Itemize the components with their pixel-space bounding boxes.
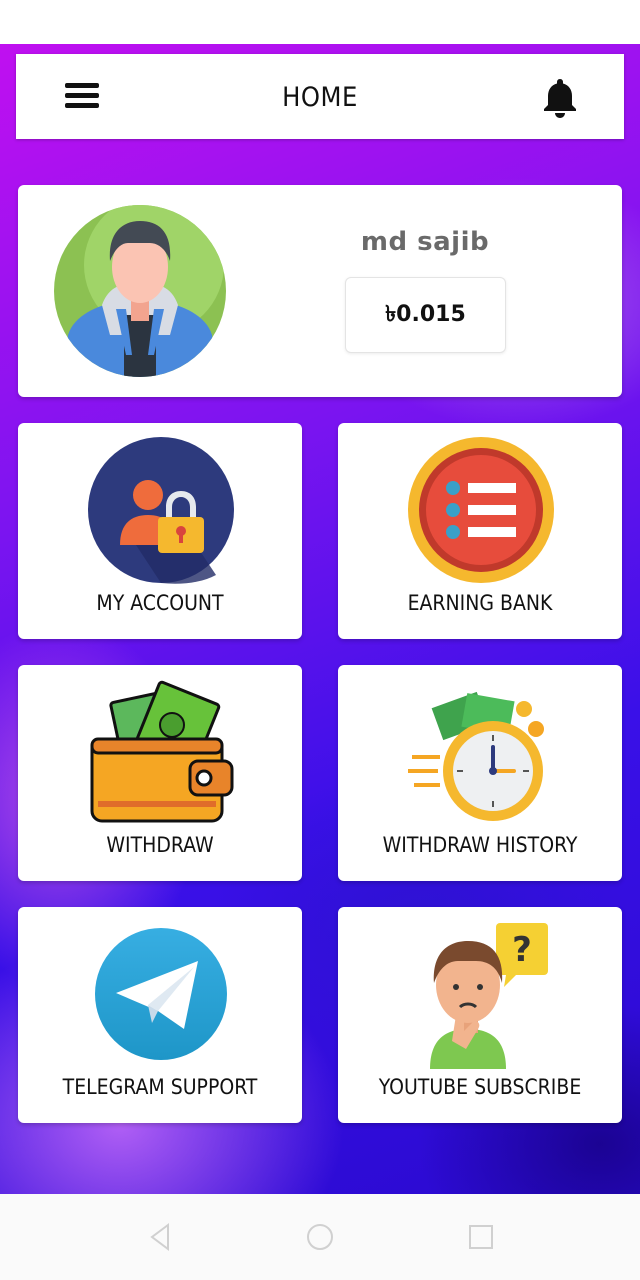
- status-bar: [0, 0, 640, 44]
- my-account-tile[interactable]: MY ACCOUNT: [18, 423, 302, 639]
- withdraw-tile[interactable]: WITHDRAW: [18, 665, 302, 881]
- tile-label: MY ACCOUNT: [96, 591, 224, 615]
- recents-icon[interactable]: [466, 1222, 496, 1252]
- page-title: HOME: [282, 82, 358, 113]
- withdraw-history-tile[interactable]: WITHDRAW HISTORY: [338, 665, 622, 881]
- clock-money-icon: [406, 677, 556, 827]
- tile-label: WITHDRAW: [106, 833, 214, 857]
- tile-label: TELEGRAM SUPPORT: [62, 1075, 258, 1099]
- system-nav-bar: [0, 1194, 640, 1280]
- telegram-icon: [86, 919, 236, 1069]
- telegram-support-tile[interactable]: TELEGRAM SUPPORT: [18, 907, 302, 1123]
- balance-display: ৳0.015: [345, 277, 506, 353]
- app-bar: HOME: [16, 54, 624, 139]
- wallet-icon: [86, 677, 236, 827]
- youtube-subscribe-tile[interactable]: ? YOUTUBE SUBSCRIBE: [338, 907, 622, 1123]
- account-lock-icon: [86, 435, 236, 585]
- profile-card: md sajib ৳0.015: [18, 185, 622, 397]
- list-icon: [406, 435, 556, 585]
- user-avatar-icon: [54, 205, 226, 377]
- back-icon[interactable]: [146, 1222, 176, 1252]
- thinking-person-icon: ?: [406, 919, 556, 1069]
- tile-label: YOUTUBE SUBSCRIBE: [378, 1075, 582, 1099]
- username: md sajib: [360, 227, 490, 257]
- svg-text:?: ?: [512, 930, 532, 970]
- home-icon[interactable]: [305, 1222, 335, 1252]
- tile-label: EARNING BANK: [407, 591, 553, 615]
- bell-icon[interactable]: [540, 76, 580, 118]
- earning-bank-tile[interactable]: EARNING BANK: [338, 423, 622, 639]
- tile-label: WITHDRAW HISTORY: [382, 833, 578, 857]
